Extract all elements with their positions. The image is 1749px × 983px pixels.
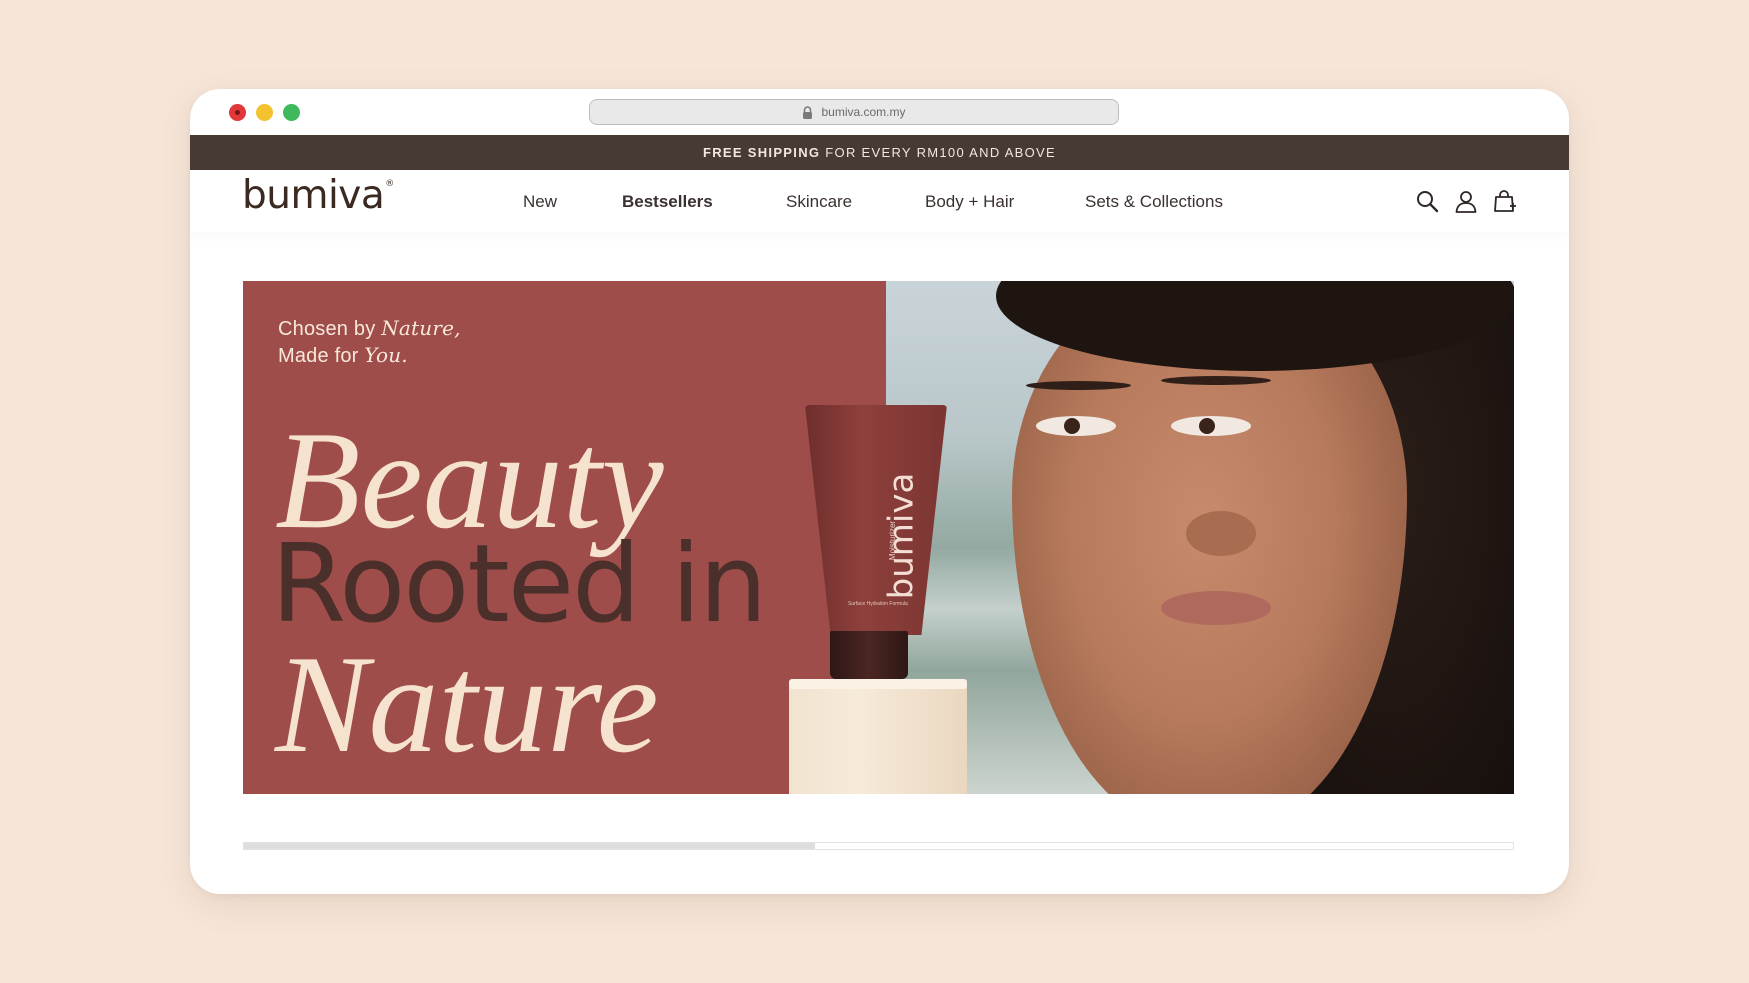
nose-shape [1186,511,1256,556]
main-navigation: bumiva® New Bestsellers Skincare Body + … [190,170,1569,232]
promo-bold-text: FREE SHIPPING [702,145,821,160]
nav-item-new[interactable]: New [523,192,557,212]
hero-model-photo [886,281,1514,794]
product-pedestal [789,679,967,794]
lock-icon [802,105,813,119]
close-window-button[interactable] [229,104,246,121]
browser-window: bumiva.com.my FREE SHIPPING FOR EVERY RM… [190,89,1569,894]
carousel-progress-bar[interactable] [243,842,1514,850]
nav-item-sets-collections[interactable]: Sets & Collections [1085,192,1223,212]
left-eye [1036,416,1116,436]
product-type-label: Moisturizer [888,520,898,561]
address-bar[interactable]: bumiva.com.my [589,99,1119,125]
right-brow [1161,376,1271,385]
product-tube-cap [830,631,908,679]
right-eye [1171,416,1251,436]
tagline-line2-prefix: Made for [278,345,359,367]
carousel-progress-fill [244,843,816,849]
hero-banner[interactable]: Chosen by Nature, Made for You. Beauty R… [243,281,1514,794]
nav-item-skincare[interactable]: Skincare [786,192,852,212]
nav-item-body-hair[interactable]: Body + Hair [925,192,1014,212]
url-text: bumiva.com.my [821,105,906,119]
lips-shape [1161,591,1271,625]
product-note-label: Surface Hydration Formula [848,601,908,607]
headline-rooted-in: Rooted in [271,522,767,647]
nav-menu: New Bestsellers Skincare Body + Hair Set… [190,170,1569,232]
promo-text: FOR EVERY RM100 AND ABOVE [825,145,1057,160]
nav-icons [1415,189,1517,213]
left-brow [1026,381,1131,390]
tagline-line1-prefix: Chosen by [278,318,376,340]
promo-banner: FREE SHIPPING FOR EVERY RM100 AND ABOVE [190,135,1569,170]
tagline-line1-em: Nature, [381,316,461,340]
tagline-line2-em: You. [364,343,408,367]
account-icon[interactable] [1454,189,1478,213]
minimize-window-button[interactable] [256,104,273,121]
headline-nature: Nature [275,627,659,782]
nav-item-bestsellers[interactable]: Bestsellers [622,192,713,212]
cart-icon[interactable] [1493,189,1517,213]
search-icon[interactable] [1415,189,1439,213]
maximize-window-button[interactable] [283,104,300,121]
hero-tagline: Chosen by Nature, Made for You. [278,315,461,369]
